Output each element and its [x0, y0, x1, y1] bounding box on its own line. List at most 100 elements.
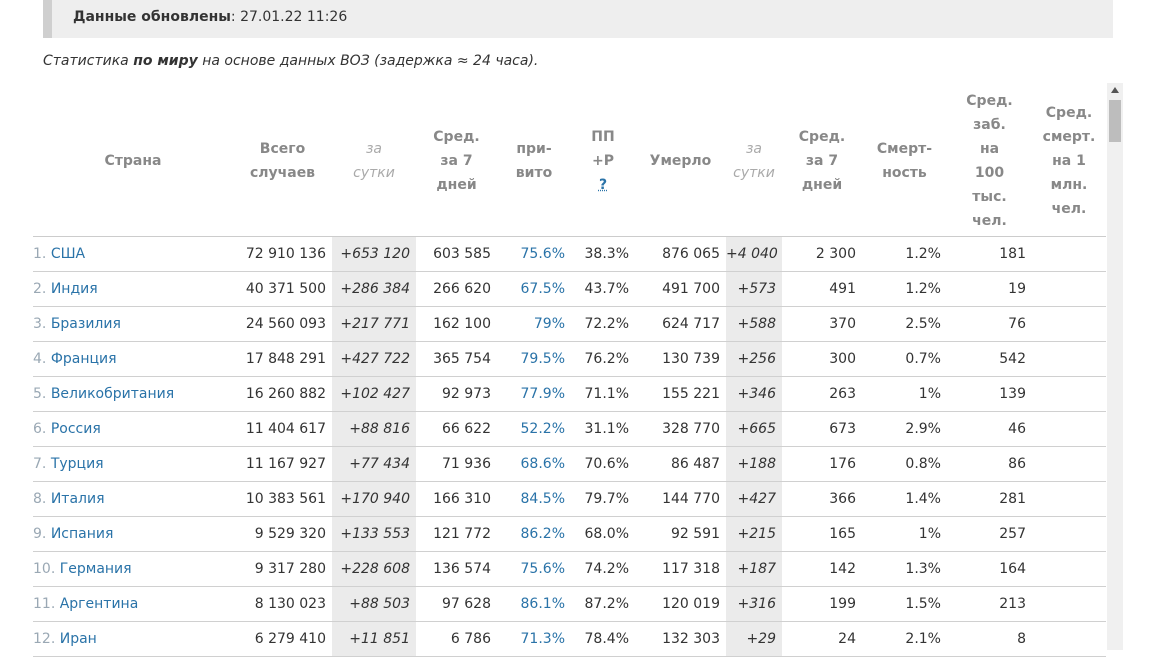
- country-link[interactable]: Иран: [60, 631, 97, 647]
- day-deaths-cell: +29: [726, 621, 782, 657]
- day-deaths-cell: +187: [726, 551, 782, 587]
- table-row: 11. Аргентина 8 130 023 +88 503 97 628 86.1%…: [33, 586, 1106, 622]
- deaths-cell: 144 770: [635, 481, 726, 517]
- header-day-cases[interactable]: за сутки: [332, 86, 416, 237]
- vaccinated-cell: 86.1%: [497, 586, 571, 622]
- pp-cell: 71.1%: [571, 376, 635, 412]
- table-row: 4. Франция 17 848 291 +427 722 365 754 79.5%…: [33, 341, 1106, 377]
- country-link[interactable]: Индия: [51, 281, 98, 297]
- header-avg-deaths[interactable]: Сред. за 7 дней: [782, 86, 862, 237]
- day-deaths-cell: +588: [726, 306, 782, 342]
- pp-cell: 74.2%: [571, 551, 635, 587]
- vaccinated-cell: 75.6%: [497, 236, 571, 272]
- avg-cases-cell: 121 772: [416, 516, 497, 552]
- pp-help-link[interactable]: ?: [599, 177, 607, 193]
- total-cases-cell: 9 529 320: [233, 516, 332, 552]
- row-number: 8.: [33, 490, 47, 507]
- country-link[interactable]: Франция: [51, 351, 117, 367]
- header-deaths[interactable]: Умерло: [635, 86, 726, 237]
- header-day-deaths[interactable]: за сутки: [726, 86, 782, 237]
- pp-cell: 70.6%: [571, 446, 635, 482]
- avg-cases-cell: 97 628: [416, 586, 497, 622]
- country-link[interactable]: США: [51, 246, 85, 262]
- country-cell: 9. Испания: [33, 516, 233, 552]
- day-deaths-cell: +346: [726, 376, 782, 412]
- vaccinated-cell: 86.2%: [497, 516, 571, 552]
- header-avg-per100k[interactable]: Сред. заб. на 100 тыс. чел.: [947, 86, 1032, 237]
- per1m-cell: [1032, 586, 1106, 622]
- avg-cases-cell: 6 786: [416, 621, 497, 657]
- table-header-row: Страна Всего случаев за сутки Сред. за 7 дне…: [33, 86, 1106, 237]
- total-cases-cell: 40 371 500: [233, 271, 332, 307]
- row-number: 7.: [33, 455, 47, 472]
- vaccinated-cell: 68.6%: [497, 446, 571, 482]
- header-avg-per1m[interactable]: Сред. смерт. на 1 млн. чел.: [1032, 86, 1106, 237]
- country-link[interactable]: Великобритания: [51, 386, 174, 402]
- mortality-cell: 1.5%: [862, 586, 947, 622]
- vaccinated-cell: 79%: [497, 306, 571, 342]
- avg-cases-cell: 603 585: [416, 236, 497, 272]
- day-deaths-cell: +573: [726, 271, 782, 307]
- country-link[interactable]: Германия: [60, 561, 132, 577]
- per1m-cell: [1032, 621, 1106, 657]
- deaths-cell: 155 221: [635, 376, 726, 412]
- scroll-up-icon[interactable]: [1111, 87, 1119, 93]
- header-avg-cases[interactable]: Сред. за 7 дней: [416, 86, 497, 237]
- avg-deaths-cell: 176: [782, 446, 862, 482]
- country-link[interactable]: Испания: [51, 526, 114, 542]
- pp-cell: 79.7%: [571, 481, 635, 517]
- per100k-cell: 257: [947, 516, 1032, 552]
- day-cases-cell: +11 851: [332, 621, 416, 657]
- deaths-cell: 132 303: [635, 621, 726, 657]
- country-link[interactable]: Россия: [51, 421, 101, 437]
- vaccinated-cell: 52.2%: [497, 411, 571, 447]
- table-row: 12. Иран 6 279 410 +11 851 6 786 71.3% 78.4% 1…: [33, 621, 1106, 657]
- scroll-thumb[interactable]: [1109, 100, 1121, 142]
- per1m-cell: [1032, 236, 1106, 272]
- pp-cell: 31.1%: [571, 411, 635, 447]
- header-mortality[interactable]: Смерт-ность: [862, 86, 947, 237]
- per1m-cell: [1032, 376, 1106, 412]
- total-cases-cell: 17 848 291: [233, 341, 332, 377]
- avg-cases-cell: 136 574: [416, 551, 497, 587]
- total-cases-cell: 10 383 561: [233, 481, 332, 517]
- header-pp[interactable]: ПП +Р?: [571, 86, 635, 237]
- avg-cases-cell: 166 310: [416, 481, 497, 517]
- mortality-cell: 1%: [862, 516, 947, 552]
- update-label: Данные обновлены: [73, 9, 231, 25]
- per100k-cell: 281: [947, 481, 1032, 517]
- header-country[interactable]: Страна: [33, 86, 233, 237]
- row-number: 4.: [33, 350, 47, 367]
- per100k-cell: 76: [947, 306, 1032, 342]
- country-cell: 10. Германия: [33, 551, 233, 587]
- per100k-cell: 139: [947, 376, 1032, 412]
- per100k-cell: 181: [947, 236, 1032, 272]
- country-link[interactable]: Турция: [51, 456, 104, 472]
- table-row: 3. Бразилия 24 560 093 +217 771 162 100 79% 7…: [33, 306, 1106, 342]
- deaths-cell: 117 318: [635, 551, 726, 587]
- mortality-cell: 2.5%: [862, 306, 947, 342]
- country-link[interactable]: Аргентина: [60, 596, 139, 612]
- day-deaths-cell: +188: [726, 446, 782, 482]
- total-cases-cell: 9 317 280: [233, 551, 332, 587]
- vaccinated-cell: 84.5%: [497, 481, 571, 517]
- header-vaccinated[interactable]: при-вито: [497, 86, 571, 237]
- country-cell: 8. Италия: [33, 481, 233, 517]
- day-deaths-cell: +215: [726, 516, 782, 552]
- vaccinated-cell: 75.6%: [497, 551, 571, 587]
- table-row: 9. Испания 9 529 320 +133 553 121 772 86.2% 6…: [33, 516, 1106, 552]
- day-cases-cell: +88 816: [332, 411, 416, 447]
- header-total-cases[interactable]: Всего случаев: [233, 86, 332, 237]
- day-cases-cell: +77 434: [332, 446, 416, 482]
- per100k-cell: 19: [947, 271, 1032, 307]
- avg-cases-cell: 71 936: [416, 446, 497, 482]
- avg-cases-cell: 92 973: [416, 376, 497, 412]
- avg-cases-cell: 162 100: [416, 306, 497, 342]
- per100k-cell: 542: [947, 341, 1032, 377]
- stats-subtitle: Статистика по миру на основе данных ВОЗ …: [43, 53, 538, 69]
- country-link[interactable]: Италия: [51, 491, 105, 507]
- deaths-cell: 491 700: [635, 271, 726, 307]
- country-link[interactable]: Бразилия: [51, 316, 121, 332]
- mortality-cell: 0.7%: [862, 341, 947, 377]
- vertical-scrollbar[interactable]: [1107, 83, 1123, 650]
